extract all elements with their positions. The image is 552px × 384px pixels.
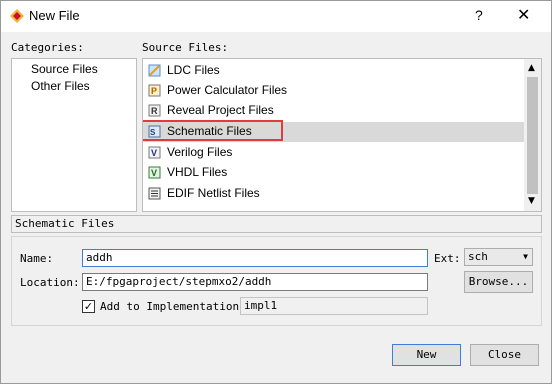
category-item-source-files[interactable]: Source Files <box>31 62 98 76</box>
add-to-implementation-checkbox[interactable]: ✓ <box>82 300 95 313</box>
svg-text:V: V <box>151 168 157 178</box>
source-item-ldc-files[interactable]: LDC Files <box>143 61 524 81</box>
implementation-input[interactable]: impl1 <box>240 297 428 315</box>
dropdown-arrow-icon: ▼ <box>523 252 528 261</box>
file-type-description: Schematic Files <box>11 215 542 233</box>
edif-file-icon <box>148 187 161 200</box>
source-item-schematic-files[interactable]: S Schematic Files <box>143 120 524 142</box>
browse-button[interactable]: Browse... <box>464 271 533 293</box>
source-files-scrollbar[interactable]: ▲ ▼ <box>524 59 541 211</box>
ext-value: sch <box>468 250 488 263</box>
name-input[interactable]: addh <box>82 249 428 267</box>
checkmark-icon: ✓ <box>83 300 94 313</box>
title-bar: New File ? ✕ <box>1 1 551 32</box>
verilog-file-icon: V <box>148 146 161 159</box>
scroll-up-icon[interactable]: ▲ <box>528 63 535 73</box>
category-item-other-files[interactable]: Other Files <box>31 79 90 93</box>
source-item-edif-netlist-files[interactable]: EDIF Netlist Files <box>143 184 524 204</box>
description-text: Schematic Files <box>15 217 115 230</box>
new-file-dialog: New File ? ✕ Categories: Source Files: S… <box>0 0 552 384</box>
file-properties-panel: Name: addh Ext: sch ▼ Location: E:/fpgap… <box>11 236 542 326</box>
source-files-list[interactable]: LDC Files P Power Calculator Files R Rev… <box>142 58 542 212</box>
scroll-thumb[interactable] <box>527 77 538 194</box>
source-item-reveal-project-files[interactable]: R Reveal Project Files <box>143 101 524 121</box>
svg-text:S: S <box>150 128 156 137</box>
new-button[interactable]: New <box>392 344 461 366</box>
power-calculator-file-icon: P <box>148 84 161 97</box>
source-item-verilog-files[interactable]: V Verilog Files <box>143 143 524 163</box>
source-item-vhdl-files[interactable]: V VHDL Files <box>143 163 524 183</box>
ext-label: Ext: <box>434 252 461 265</box>
svg-text:P: P <box>151 86 157 96</box>
scroll-down-icon[interactable]: ▼ <box>528 196 535 206</box>
window-title: New File <box>29 8 80 23</box>
name-label: Name: <box>20 252 54 265</box>
help-button[interactable]: ? <box>475 7 483 23</box>
ldc-file-icon <box>148 64 161 77</box>
schematic-file-icon: S <box>148 125 161 138</box>
location-input[interactable]: E:/fpgaproject/stepmxo2/addh <box>82 273 428 291</box>
reveal-project-file-icon: R <box>148 104 161 117</box>
close-button[interactable]: Close <box>470 344 539 366</box>
ext-select[interactable]: sch ▼ <box>464 248 533 266</box>
svg-text:R: R <box>151 106 158 116</box>
categories-list[interactable]: Source Files Other Files <box>11 58 137 212</box>
app-logo-icon <box>10 9 24 23</box>
vhdl-file-icon: V <box>148 166 161 179</box>
add-to-implementation-label: Add to Implementation <box>100 300 240 313</box>
window-close-button[interactable]: ✕ <box>517 5 530 25</box>
categories-label: Categories: <box>11 41 84 54</box>
location-label: Location: <box>20 276 80 289</box>
source-item-power-calculator-files[interactable]: P Power Calculator Files <box>143 81 524 101</box>
svg-text:V: V <box>151 148 157 158</box>
source-files-label: Source Files: <box>142 41 229 54</box>
